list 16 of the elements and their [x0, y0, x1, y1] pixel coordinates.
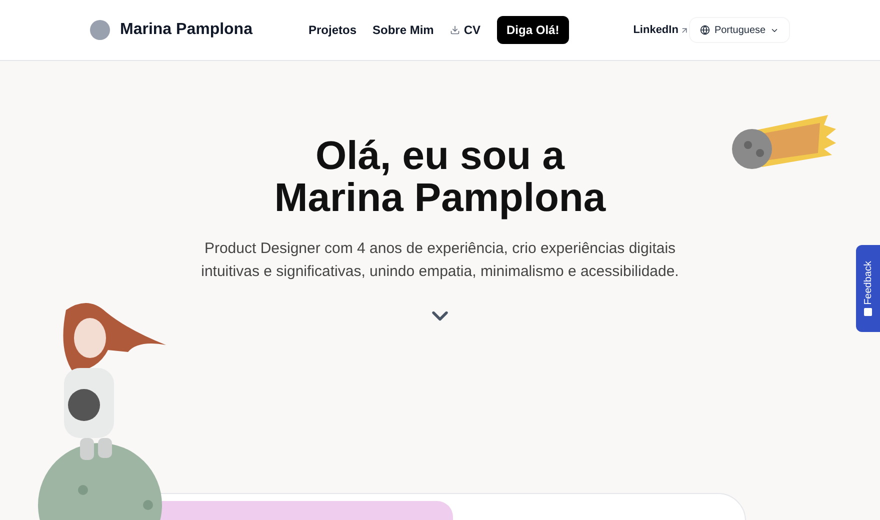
hero-subtitle: Product Designer com 4 anos de experiência, crio experiências digitais intuitivas e significativas, unindo empatia, minimalismo e acessibilidade. — [200, 239, 680, 282]
globe-icon — [700, 25, 710, 35]
external-arrow-icon — [680, 26, 690, 34]
nav-link[interactable]: Sobre Mim — [372, 21, 434, 39]
avatar — [90, 20, 110, 40]
feedback-tab[interactable]: Feedback — [856, 245, 880, 332]
site-name: Marina Pamplona — [120, 20, 252, 40]
linkedin-link[interactable]: LinkedIn — [633, 22, 690, 38]
cv-link[interactable]: CV — [450, 21, 481, 39]
hero-title-line: Marina Pamplona — [274, 177, 606, 219]
feedback-icon — [864, 308, 872, 316]
nav-link[interactable]: Projetos — [308, 21, 356, 39]
hero-title-line: Olá, eu sou a — [316, 135, 564, 177]
language-selector[interactable]: Portuguese — [689, 17, 790, 43]
say-hello-button[interactable]: Diga Olá! — [496, 16, 570, 44]
download-icon — [450, 25, 460, 35]
